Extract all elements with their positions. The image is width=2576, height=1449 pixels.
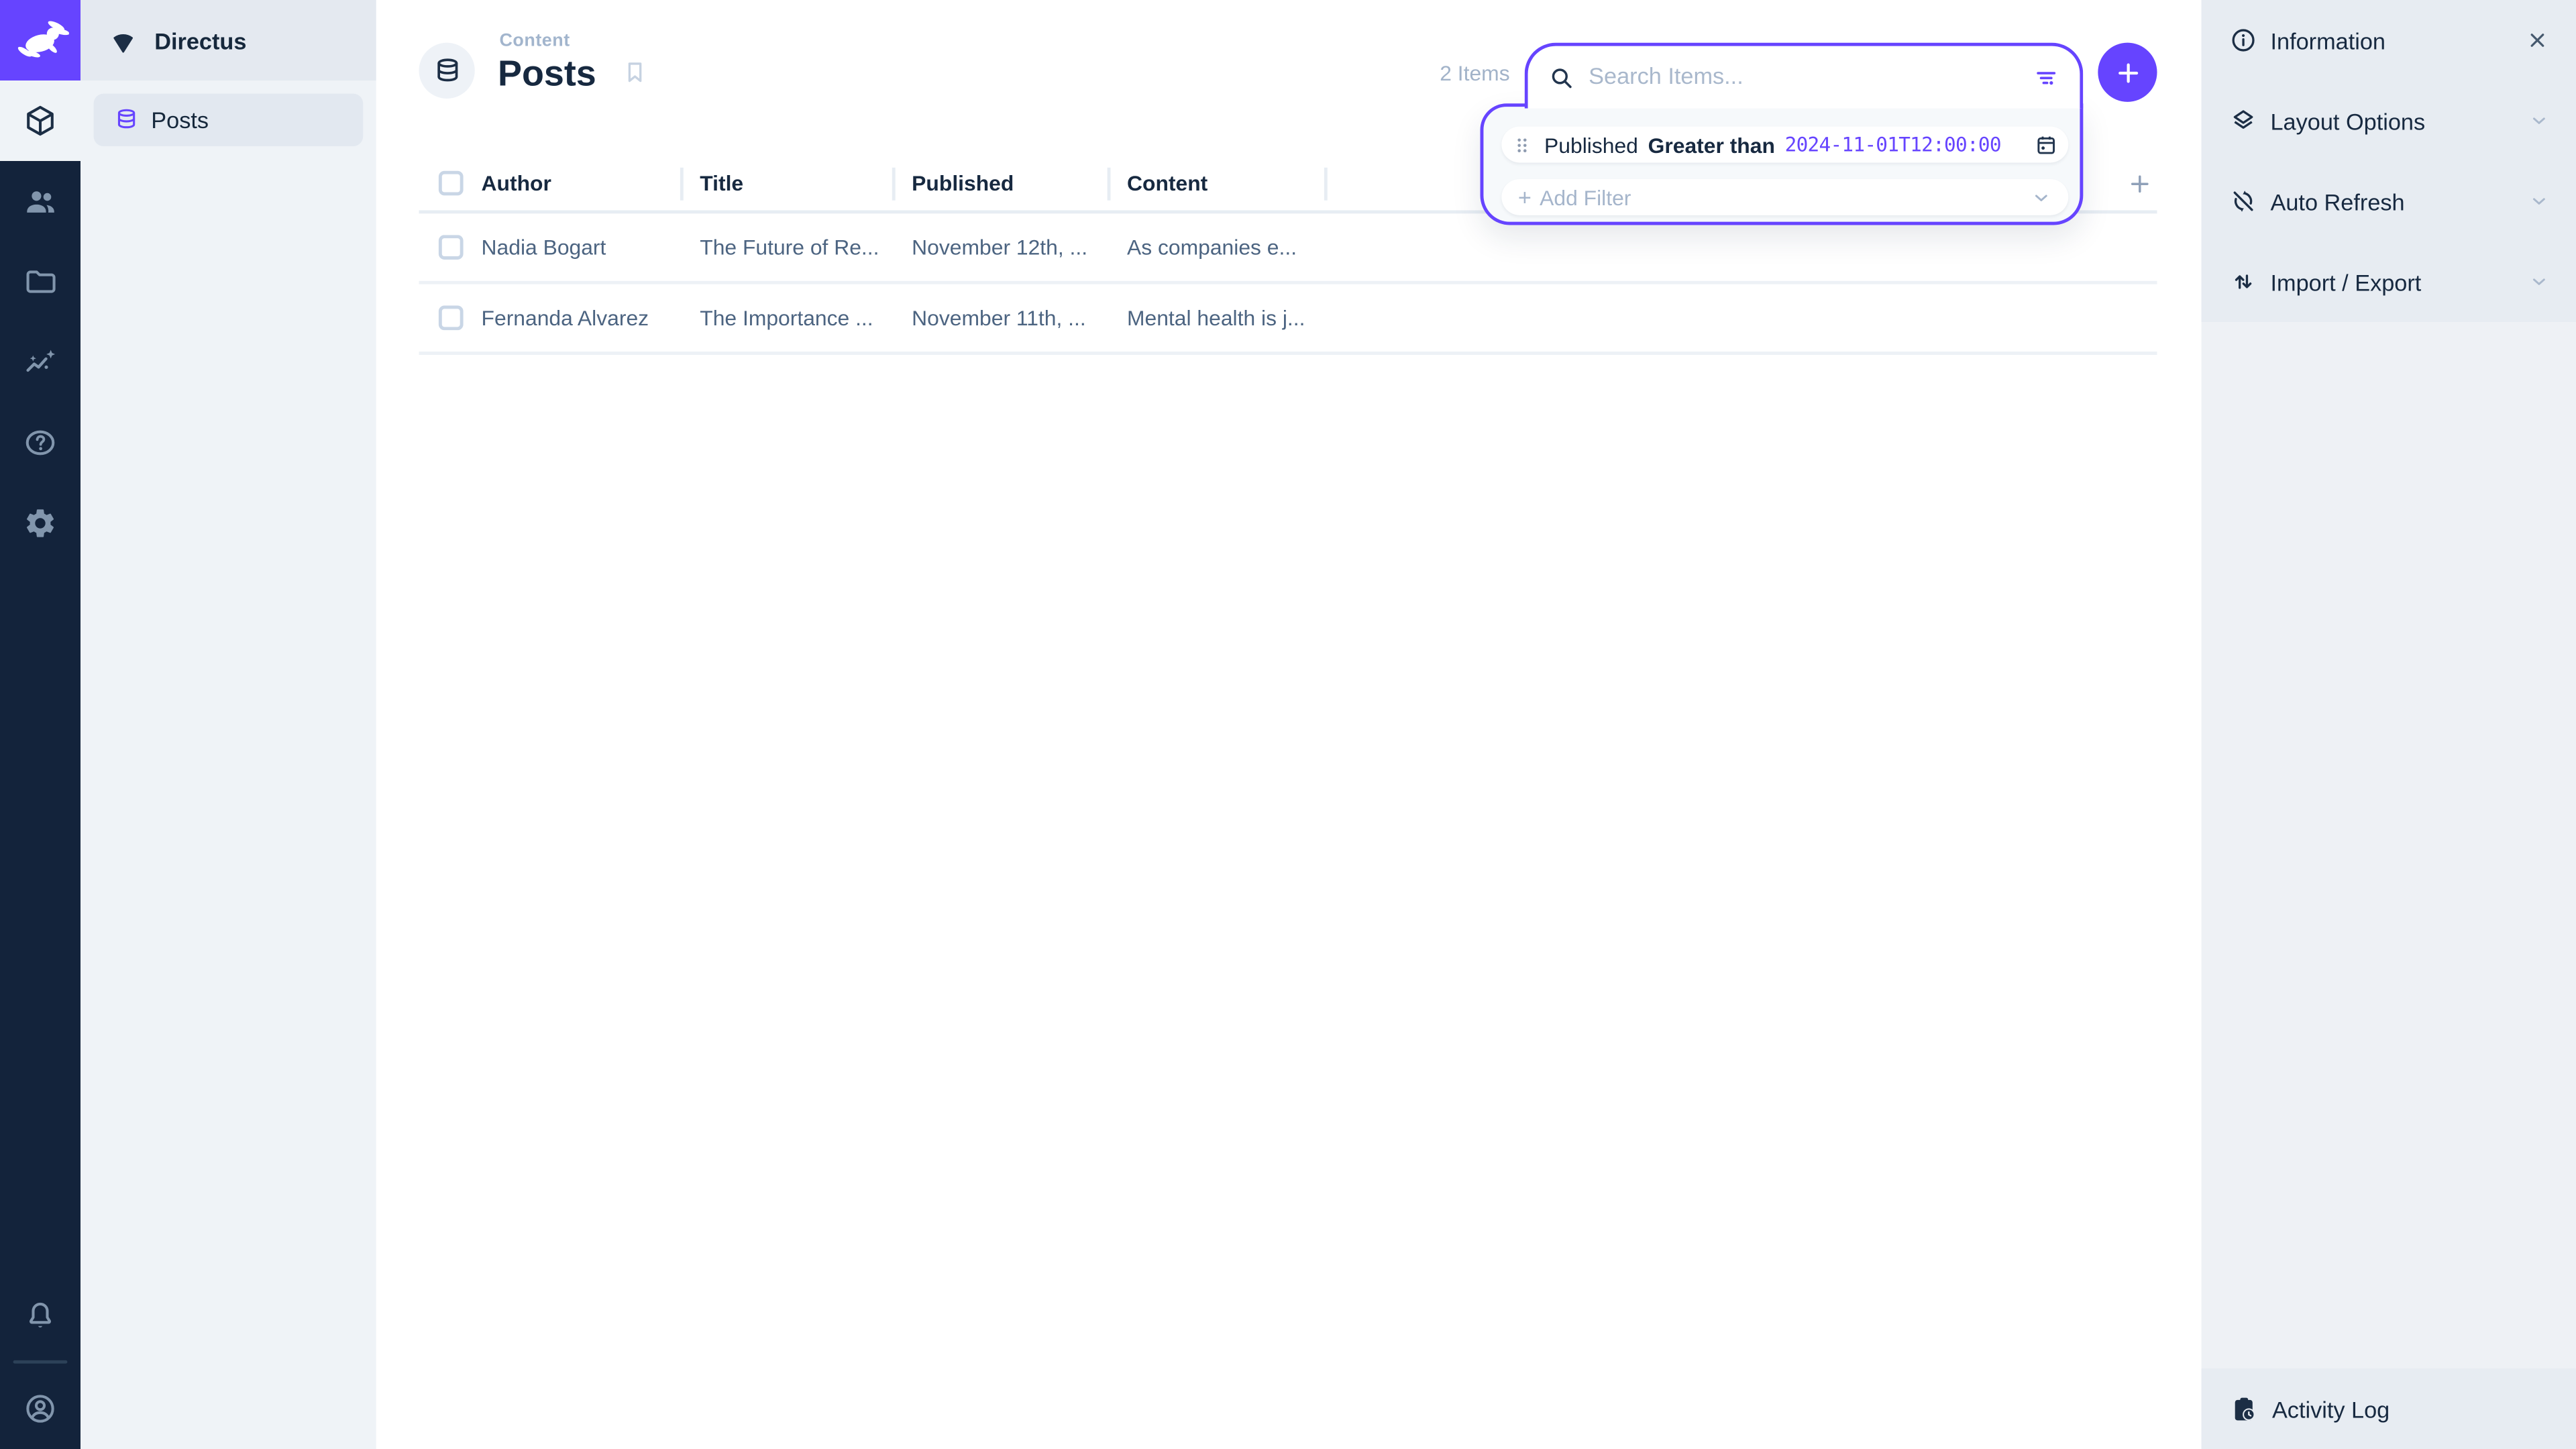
column-header-title[interactable]: Title bbox=[680, 171, 892, 196]
cell-content: As companies e... bbox=[1108, 235, 1324, 260]
nav-item-label: Posts bbox=[151, 107, 209, 133]
add-column-button[interactable] bbox=[2126, 169, 2154, 197]
project-fan-icon bbox=[109, 25, 138, 55]
module-docs[interactable] bbox=[0, 402, 80, 483]
sidebar-item-layout-options[interactable]: Layout Options bbox=[2202, 80, 2576, 161]
account-circle-icon bbox=[23, 1391, 57, 1426]
plus-icon: + bbox=[1518, 184, 1532, 210]
cell-published: November 12th, ... bbox=[892, 235, 1108, 260]
sidebar-item-import-export[interactable]: Import / Export bbox=[2202, 241, 2576, 322]
add-filter-button[interactable]: + Add Filter bbox=[1501, 179, 2068, 215]
gear-icon bbox=[23, 506, 57, 540]
activity-log-icon bbox=[2229, 1394, 2259, 1424]
plus-icon bbox=[2112, 56, 2143, 88]
filter-value[interactable]: 2024-11-01T12:00:00 bbox=[1785, 133, 2025, 156]
filter-operator[interactable]: Greater than bbox=[1648, 132, 1775, 157]
search-icon bbox=[1548, 63, 1576, 91]
create-item-button[interactable] bbox=[2098, 43, 2157, 102]
select-all-checkbox[interactable] bbox=[439, 171, 464, 196]
search-box bbox=[1525, 43, 2084, 109]
detail-sidebar: Information Layout Options bbox=[2202, 0, 2576, 1449]
folder-icon bbox=[23, 264, 57, 299]
filter-active-icon[interactable] bbox=[2032, 63, 2060, 91]
cell-published: November 11th, ... bbox=[892, 306, 1108, 331]
row-checkbox[interactable] bbox=[439, 306, 464, 331]
info-icon bbox=[2229, 26, 2257, 54]
module-user-directory[interactable] bbox=[0, 161, 80, 241]
chevron-down-icon[interactable] bbox=[2528, 110, 2550, 131]
cell-title: The Future of Re... bbox=[680, 235, 892, 260]
row-checkbox[interactable] bbox=[439, 235, 464, 260]
module-bar bbox=[0, 0, 80, 1449]
chevron-down-icon[interactable] bbox=[2528, 271, 2550, 292]
sync-disabled-icon bbox=[2229, 187, 2257, 215]
filter-rule[interactable]: Published Greater than 2024-11-01T12:00:… bbox=[1501, 127, 2068, 163]
cell-title: The Importance ... bbox=[680, 306, 892, 331]
project-name: Directus bbox=[154, 27, 246, 53]
drag-handle-icon[interactable] bbox=[1510, 132, 1535, 157]
search-input[interactable] bbox=[1589, 62, 2019, 88]
bell-icon bbox=[23, 1298, 57, 1332]
collection-icon-button[interactable] bbox=[419, 43, 474, 99]
bookmark-button[interactable] bbox=[621, 58, 649, 87]
sidebar-sections: Information Layout Options bbox=[2202, 0, 2576, 322]
bookmark-icon bbox=[621, 58, 649, 87]
layers-icon bbox=[2229, 107, 2257, 135]
insights-icon bbox=[23, 345, 57, 379]
database-icon bbox=[113, 107, 140, 133]
help-icon bbox=[23, 425, 57, 460]
table-row[interactable]: Fernanda Alvarez The Importance ... Nove… bbox=[419, 284, 2157, 355]
module-insights[interactable] bbox=[0, 322, 80, 402]
calendar-icon[interactable] bbox=[2034, 132, 2059, 157]
database-icon bbox=[431, 55, 463, 87]
module-content[interactable] bbox=[0, 80, 80, 161]
search-and-filter: Published Greater than 2024-11-01T12:00:… bbox=[1481, 43, 2084, 225]
items-count: 2 Items bbox=[1296, 61, 1509, 86]
directus-app: Directus Posts Content Posts 2 bbox=[0, 0, 2576, 1449]
module-file-library[interactable] bbox=[0, 241, 80, 322]
chevron-down-icon[interactable] bbox=[2528, 191, 2550, 212]
project-header[interactable]: Directus bbox=[80, 0, 376, 80]
module-settings[interactable] bbox=[0, 483, 80, 564]
directus-logo[interactable] bbox=[0, 0, 80, 80]
cell-author: Nadia Bogart bbox=[482, 235, 680, 260]
filter-dropdown: Published Greater than 2024-11-01T12:00:… bbox=[1481, 103, 2084, 225]
swap-vertical-icon bbox=[2229, 268, 2257, 296]
nav-sidebar: Directus Posts bbox=[80, 0, 376, 1449]
activity-log-button[interactable]: Activity Log bbox=[2202, 1368, 2576, 1449]
plus-icon bbox=[2126, 169, 2154, 197]
account-button[interactable] bbox=[0, 1368, 80, 1449]
column-header-content[interactable]: Content bbox=[1108, 171, 1324, 196]
notifications-button[interactable] bbox=[0, 1275, 80, 1355]
main-content: Content Posts 2 Items Published Greater … bbox=[376, 0, 2202, 1449]
filter-field[interactable]: Published bbox=[1544, 132, 1638, 157]
nav-item-posts[interactable]: Posts bbox=[94, 94, 364, 146]
module-bar-divider bbox=[13, 1360, 68, 1364]
page-title: Posts bbox=[498, 52, 596, 95]
chevron-down-icon[interactable] bbox=[2031, 186, 2052, 208]
breadcrumb[interactable]: Content bbox=[499, 32, 570, 51]
rabbit-logo-icon bbox=[12, 19, 68, 62]
cell-author: Fernanda Alvarez bbox=[482, 306, 680, 331]
cell-content: Mental health is j... bbox=[1108, 306, 1324, 331]
sidebar-item-auto-refresh[interactable]: Auto Refresh bbox=[2202, 161, 2576, 241]
close-icon[interactable] bbox=[2525, 28, 2550, 53]
people-icon bbox=[23, 184, 57, 218]
box-icon bbox=[23, 103, 57, 138]
sidebar-item-information[interactable]: Information bbox=[2202, 0, 2576, 80]
activity-log-section: Activity Log bbox=[2202, 1368, 2576, 1449]
column-header-published[interactable]: Published bbox=[892, 171, 1108, 196]
column-header-author[interactable]: Author bbox=[482, 171, 680, 196]
